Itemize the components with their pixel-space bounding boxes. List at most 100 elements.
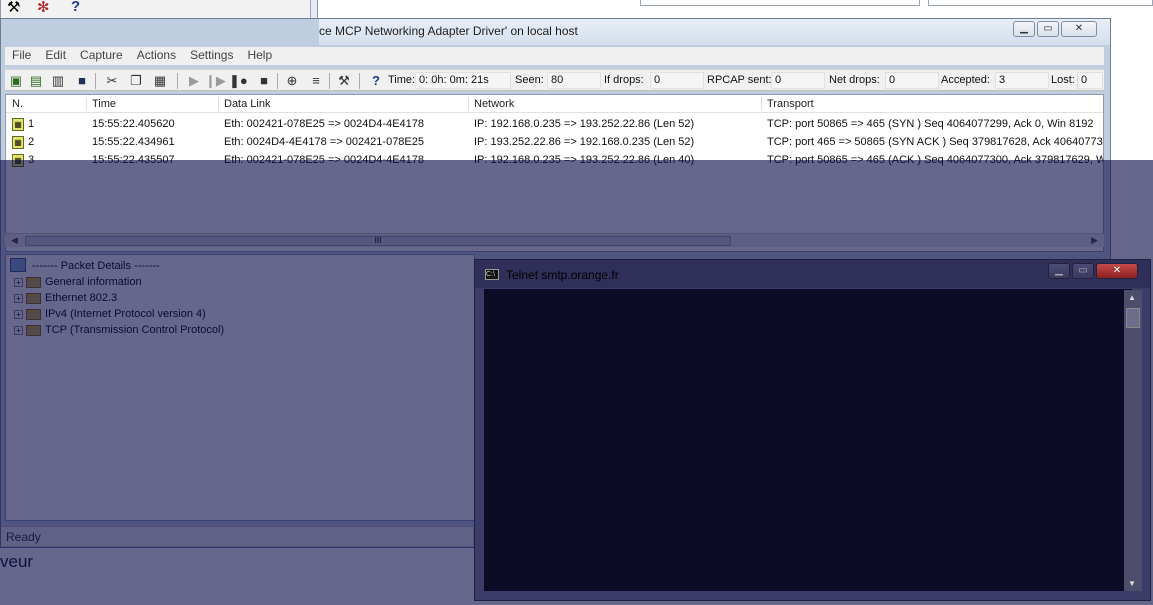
start-capture-icon[interactable]: ▶ bbox=[185, 72, 203, 89]
column-divider[interactable] bbox=[468, 97, 469, 111]
time-value: 0: 0h: 0m: 21s bbox=[415, 72, 511, 89]
maximize-button[interactable]: ▭ bbox=[1072, 263, 1094, 279]
column-header-number[interactable]: N. bbox=[12, 98, 23, 110]
open-adapter-icon[interactable]: ▣ bbox=[7, 72, 25, 89]
minimize-button[interactable]: ▁ bbox=[1048, 263, 1070, 279]
open-file-icon[interactable]: ▥ bbox=[49, 72, 67, 89]
scrollbar-thumb[interactable]: III bbox=[25, 236, 731, 246]
tree-item-general-information[interactable]: + General information bbox=[14, 276, 142, 292]
minimize-button[interactable]: ▁ bbox=[1013, 21, 1035, 37]
tree-item-ethernet[interactable]: + Ethernet 802.3 bbox=[14, 292, 117, 308]
background-window-fragment bbox=[928, 0, 1153, 6]
packet-network: IP: 192.168.0.235 => 193.252.22.86 (Len … bbox=[474, 154, 695, 166]
paste-icon[interactable]: ▦ bbox=[151, 72, 169, 89]
scroll-down-icon[interactable]: ▼ bbox=[1128, 579, 1136, 588]
folder-icon bbox=[26, 308, 41, 320]
rpcap-sent-label: RPCAP sent: bbox=[707, 74, 772, 86]
column-divider[interactable] bbox=[86, 97, 87, 111]
pause-capture-icon[interactable]: ❚● bbox=[229, 72, 248, 89]
status-bar: Ready bbox=[1, 526, 473, 546]
help-icon[interactable]: ? bbox=[71, 0, 80, 15]
lost-label: Lost: bbox=[1051, 74, 1075, 86]
close-button[interactable]: ✕ bbox=[1096, 263, 1138, 279]
tools-icon[interactable]: ⚒ bbox=[335, 72, 353, 89]
cut-icon[interactable]: ✂ bbox=[103, 72, 121, 89]
menu-settings[interactable]: Settings bbox=[183, 47, 240, 65]
vertical-scrollbar[interactable]: ▲ ▼ bbox=[1124, 290, 1142, 591]
copy-icon[interactable]: ❐ bbox=[127, 72, 145, 89]
packet-details-header: ------- Packet Details ------- bbox=[32, 260, 160, 272]
table-row[interactable]: ▦ 2 15:55:22.434961 Eth: 0024D4-4E4178 =… bbox=[6, 133, 1103, 151]
packet-time: 15:55:22.435507 bbox=[92, 154, 175, 166]
telnet-window-controls: ▁ ▭ ✕ bbox=[1048, 263, 1138, 279]
background-window-fragment bbox=[640, 0, 920, 6]
scroll-right-icon[interactable]: ▶ bbox=[1091, 235, 1098, 246]
column-header-transport[interactable]: Transport bbox=[767, 98, 814, 110]
if-drops-value: 0 bbox=[650, 72, 704, 89]
packet-data-link: Eth: 0024D4-4E4178 => 002421-078E25 bbox=[224, 136, 424, 148]
telnet-console[interactable] bbox=[484, 289, 1132, 591]
scrollbar-thumb[interactable] bbox=[1126, 308, 1140, 328]
help-icon[interactable]: ? bbox=[367, 72, 385, 89]
console-icon: C:\ bbox=[485, 269, 499, 280]
expand-icon[interactable]: + bbox=[14, 325, 23, 335]
packet-time: 15:55:22.434961 bbox=[92, 136, 175, 148]
scroll-up-icon[interactable]: ▲ bbox=[1128, 293, 1136, 302]
toolbar-separator bbox=[277, 73, 278, 89]
packet-icon: ▦ bbox=[12, 118, 24, 131]
seen-value: 80 bbox=[547, 72, 601, 89]
restart-capture-icon[interactable]: ❙▶ bbox=[205, 72, 226, 89]
packet-number: 1 bbox=[28, 118, 35, 130]
menu-file[interactable]: File bbox=[5, 47, 38, 65]
column-header-data-link[interactable]: Data Link bbox=[224, 98, 270, 110]
packet-icon: ▦ bbox=[12, 154, 24, 167]
tree-item-ipv4[interactable]: + IPv4 (Internet Protocol version 4) bbox=[14, 308, 206, 324]
tree-item-tcp[interactable]: + TCP (Transmission Control Protocol) bbox=[14, 324, 224, 340]
menu-edit[interactable]: Edit bbox=[38, 47, 73, 65]
filter-list-icon[interactable]: ≡ bbox=[307, 72, 325, 89]
filter-icon[interactable]: ⊕ bbox=[283, 72, 301, 89]
if-drops-label: If drops: bbox=[604, 74, 644, 86]
expand-icon[interactable]: + bbox=[14, 277, 23, 287]
column-header-network[interactable]: Network bbox=[474, 98, 514, 110]
window-controls: ▁ ▭ ✕ bbox=[1013, 21, 1097, 37]
seen-label: Seen: bbox=[515, 74, 544, 86]
network-icon[interactable]: ✻ bbox=[37, 0, 50, 16]
menu-actions[interactable]: Actions bbox=[130, 47, 183, 65]
expand-icon[interactable]: + bbox=[14, 293, 23, 303]
menu-help[interactable]: Help bbox=[240, 47, 279, 65]
close-button[interactable]: ✕ bbox=[1061, 21, 1097, 37]
column-divider[interactable] bbox=[761, 97, 762, 111]
stop-capture-icon[interactable]: ■ bbox=[255, 72, 273, 89]
expand-icon[interactable]: + bbox=[14, 309, 23, 319]
packet-data-link: Eth: 002421-078E25 => 0024D4-4E4178 bbox=[224, 154, 424, 166]
toolbar: ▣ ▤ ▥ ■ ✂ ❐ ▦ ▶ ❙▶ ❚● ■ ⊕ ≡ ⚒ ? Time: 0:… bbox=[5, 69, 1104, 91]
column-divider[interactable] bbox=[218, 97, 219, 111]
scroll-left-icon[interactable]: ◀ bbox=[11, 235, 18, 246]
column-header-time[interactable]: Time bbox=[92, 98, 116, 110]
save-icon[interactable]: ■ bbox=[73, 72, 91, 89]
horizontal-scrollbar[interactable]: ◀ III ▶ bbox=[5, 233, 1104, 247]
tools-icon[interactable]: ⚒ bbox=[7, 0, 20, 16]
packet-number: 3 bbox=[28, 154, 35, 166]
menu-capture[interactable]: Capture bbox=[73, 47, 130, 65]
maximize-button[interactable]: ▭ bbox=[1037, 21, 1059, 37]
telnet-window: C:\ Telnet smtp.orange.fr ▁ ▭ ✕ ▲ ▼ bbox=[474, 259, 1151, 601]
packet-network: IP: 193.252.22.86 => 192.168.0.235 (Len … bbox=[474, 136, 695, 148]
packet-transport: TCP: port 50865 => 465 (SYN ) Seq 406407… bbox=[767, 118, 1094, 130]
toolbar-separator bbox=[359, 73, 360, 89]
packet-details-tree[interactable]: ------- Packet Details ------- + General … bbox=[5, 254, 475, 521]
table-row[interactable]: ▦ 3 15:55:22.435507 Eth: 002421-078E25 =… bbox=[6, 151, 1103, 169]
net-drops-value: 0 bbox=[885, 72, 939, 89]
packet-transport: TCP: port 50865 => 465 (ACK ) Seq 406407… bbox=[767, 154, 1104, 166]
packet-time: 15:55:22.405620 bbox=[92, 118, 175, 130]
tree-item-label: General information bbox=[45, 276, 142, 288]
time-label: Time: bbox=[388, 74, 416, 86]
packet-list[interactable]: N. Time Data Link Network Transport ▦ 1 … bbox=[5, 94, 1104, 252]
packet-data-link: Eth: 002421-078E25 => 0024D4-4E4178 bbox=[224, 118, 424, 130]
window-title: ce MCP Networking Adapter Driver' on loc… bbox=[319, 24, 578, 38]
capture-options-icon[interactable]: ▤ bbox=[27, 72, 45, 89]
table-row[interactable]: ▦ 1 15:55:22.405620 Eth: 002421-078E25 =… bbox=[6, 115, 1103, 133]
packet-list-header: N. Time Data Link Network Transport bbox=[6, 95, 1103, 113]
packet-number: 2 bbox=[28, 136, 35, 148]
